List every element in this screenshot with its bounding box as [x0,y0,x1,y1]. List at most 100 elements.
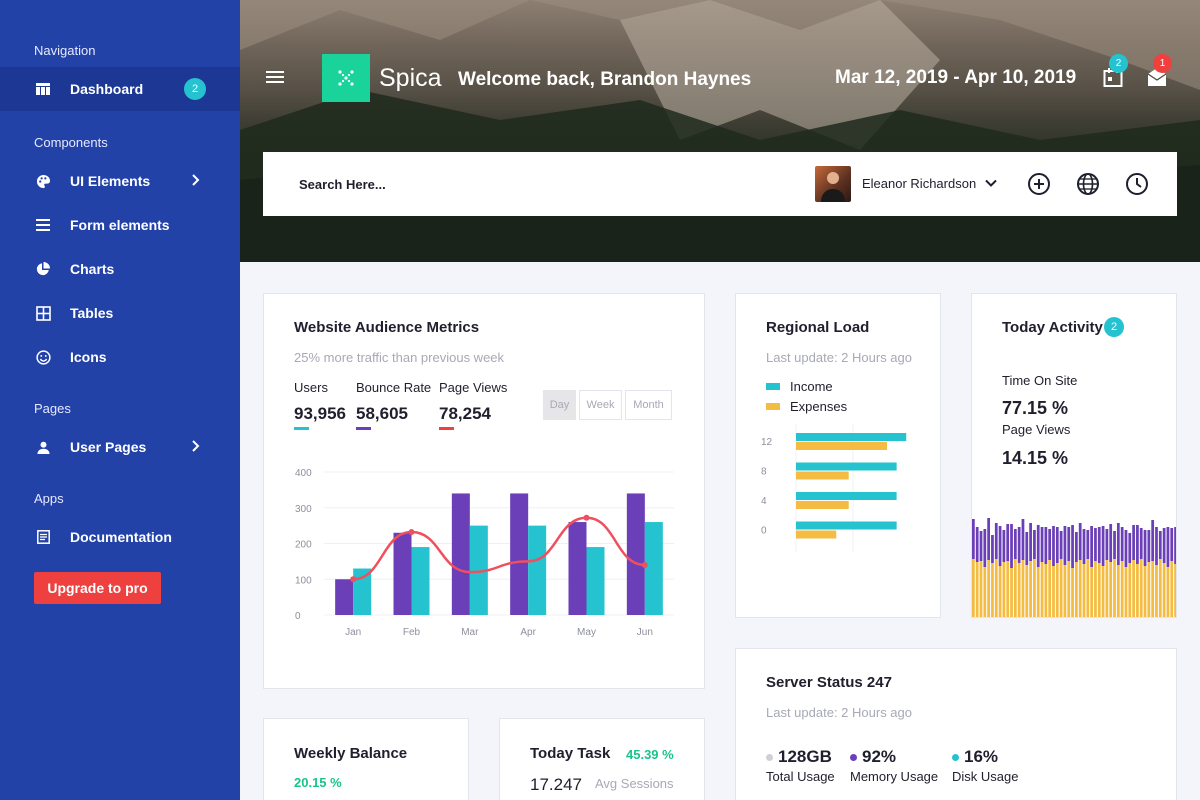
sidebar-item-label: Tables [70,305,114,321]
bar [1052,526,1055,566]
bar [983,529,987,567]
task-percent: 45.39 % [626,747,674,762]
sidebar-item-ui-elements[interactable]: UI Elements [0,159,240,203]
bar [1017,527,1021,563]
legend-income: Income [766,379,833,394]
sidebar-item-form-elements[interactable]: Form elements [0,203,240,247]
chevron-right-icon [192,439,200,455]
chevron-down-icon[interactable] [984,176,998,190]
metric-value: 58,605 [356,404,408,423]
bar [1006,524,1010,561]
range-week-button[interactable]: Week [579,390,622,420]
globe-icon[interactable] [1076,172,1100,196]
legend-swatch [766,403,780,410]
metric-indicator [439,427,454,430]
table-icon [35,305,51,321]
card-title: Website Audience Metrics [294,319,480,336]
bar [987,518,991,560]
metric-value: 93,956 [294,404,346,423]
bar [626,493,645,615]
search-input[interactable] [299,172,599,196]
bar [1006,561,1010,617]
bar [987,560,991,617]
sidebar-item-label: Form elements [70,217,170,233]
bar [1109,524,1113,562]
bar [1002,530,1006,562]
bar [998,566,1002,617]
sidebar-item-dashboard[interactable]: Dashboard 2 [0,67,240,111]
document-icon [35,529,51,545]
add-icon[interactable] [1027,172,1051,196]
sidebar-item-charts[interactable]: Charts [0,247,240,291]
clock-icon[interactable] [1125,172,1149,196]
bar [1017,563,1021,617]
upgrade-button[interactable]: Upgrade to pro [34,572,161,604]
bar [1071,568,1074,617]
y-tick-label: 0 [761,526,767,537]
sidebar-item-icons[interactable]: Icons [0,335,240,379]
sidebar-item-tables[interactable]: Tables [0,291,240,335]
x-tick-label: May [577,627,596,638]
task-value-label: Avg Sessions [595,776,674,791]
user-name[interactable]: Eleanor Richardson [862,176,976,191]
stat-disk-usage: 16% Disk Usage [952,747,1018,784]
bar [1170,528,1174,561]
bar [1067,527,1071,561]
bar [1155,527,1158,565]
bar [568,522,587,615]
section-pages: Pages [34,401,71,416]
bar [1158,531,1162,559]
sidebar-item-documentation[interactable]: Documentation [0,515,240,559]
card-title: Weekly Balance [294,745,408,762]
bar [1143,530,1147,566]
bar [1055,563,1059,617]
bar [353,568,372,615]
x-tick-label: Jun [637,627,653,638]
hamburger-menu-icon[interactable] [264,66,286,88]
x-tick-label: Mar [461,627,479,638]
bar [1120,527,1124,561]
bar [994,523,998,559]
bar [1086,559,1090,617]
bar [1174,564,1176,617]
bar [1094,561,1097,617]
metric-value: 78,254 [439,404,491,423]
range-day-button[interactable]: Day [543,390,576,420]
bar [1075,562,1078,617]
audience-chart: 0 100 200 300 400 Jan Feb Mar Apr May Jun [295,468,674,638]
bar [1151,520,1155,561]
bar [1075,532,1078,562]
bar [1029,523,1032,561]
section-apps: Apps [34,491,64,506]
bar [411,547,430,615]
bar [1010,524,1013,568]
metric-label: Page Views [439,380,508,395]
card-subtitle: 25% more traffic than previous week [294,350,505,365]
weekly-percent: 20.15 % [294,775,342,790]
bar [972,559,975,617]
stat-value: 92% [862,747,897,766]
activity-badge: 2 [1104,317,1124,337]
range-month-button[interactable]: Month [625,390,672,420]
bar [1025,532,1029,565]
bar [1063,565,1067,617]
bar [1132,560,1135,617]
regional-chart: 12 8 4 0 [761,424,907,552]
date-range[interactable]: Mar 12, 2019 - Apr 10, 2019 [835,67,1076,89]
dashboard-badge: 2 [184,78,206,100]
bar [975,562,979,617]
card-title: Server Status 247 [766,674,892,691]
bar [1113,559,1116,617]
bar [1151,561,1155,617]
bar [1136,525,1139,564]
bar [528,525,547,615]
avatar[interactable] [815,166,851,202]
y-tick-label: 4 [761,496,767,507]
bar [335,579,354,615]
bar [1052,566,1055,617]
bar [1105,529,1109,560]
sidebar-item-user-pages[interactable]: User Pages [0,425,240,469]
section-components: Components [34,135,108,150]
bar [1101,526,1105,566]
bar [1139,528,1143,559]
